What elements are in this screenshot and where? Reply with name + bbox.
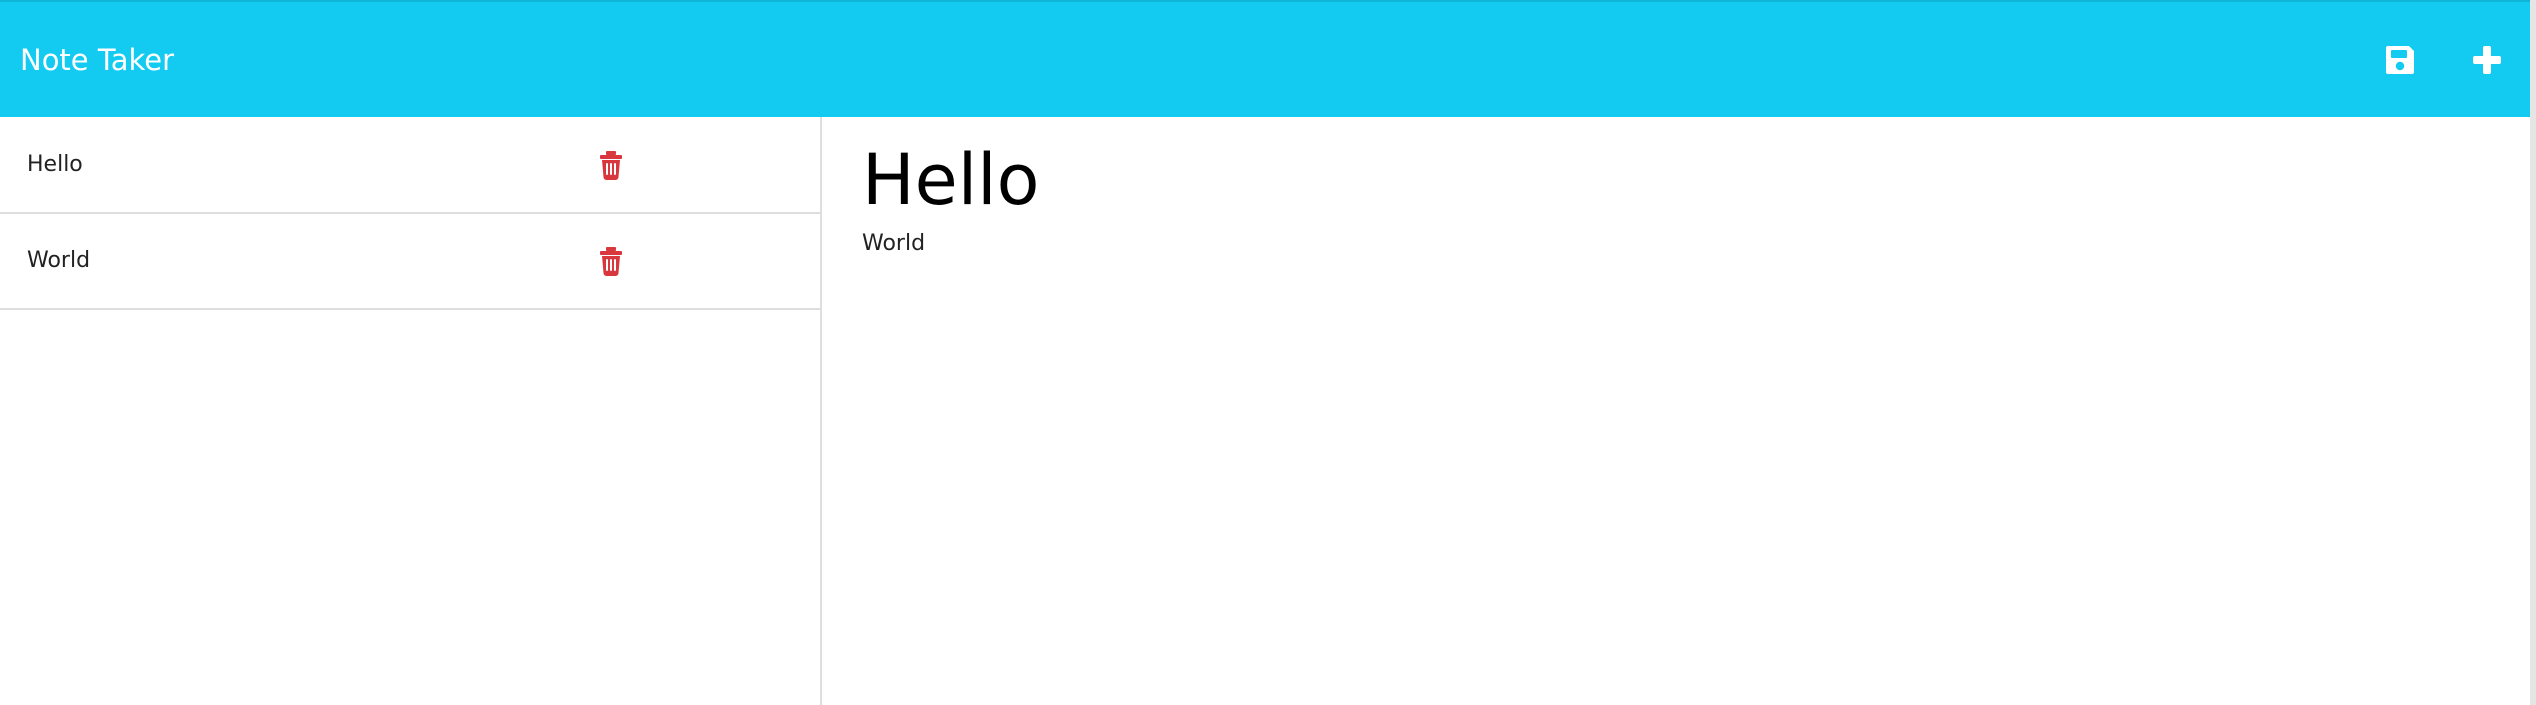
- note-list-item-world[interactable]: World: [0, 214, 820, 310]
- save-icon[interactable]: [2379, 39, 2421, 81]
- window-scrollbar[interactable]: [2530, 0, 2536, 705]
- trash-icon[interactable]: [596, 148, 626, 182]
- top-navbar: Note Taker: [0, 0, 2530, 117]
- notes-list: Hello World: [0, 117, 820, 310]
- note-body-textarea[interactable]: World: [862, 232, 2490, 255]
- note-title[interactable]: Hello: [27, 153, 83, 176]
- note-list-item-hello[interactable]: Hello: [0, 117, 820, 214]
- toolbar-actions: [2379, 39, 2508, 81]
- note-taker-app: Note Taker Hello World Hello World: [0, 0, 2536, 705]
- note-title[interactable]: World: [27, 250, 90, 272]
- notes-sidebar: Hello World: [0, 117, 822, 705]
- trash-icon[interactable]: [596, 244, 626, 278]
- note-editor: Hello World: [822, 117, 2530, 705]
- app-title: Note Taker: [20, 42, 175, 77]
- note-title-input[interactable]: Hello: [862, 140, 2490, 221]
- plus-icon[interactable]: [2466, 39, 2508, 81]
